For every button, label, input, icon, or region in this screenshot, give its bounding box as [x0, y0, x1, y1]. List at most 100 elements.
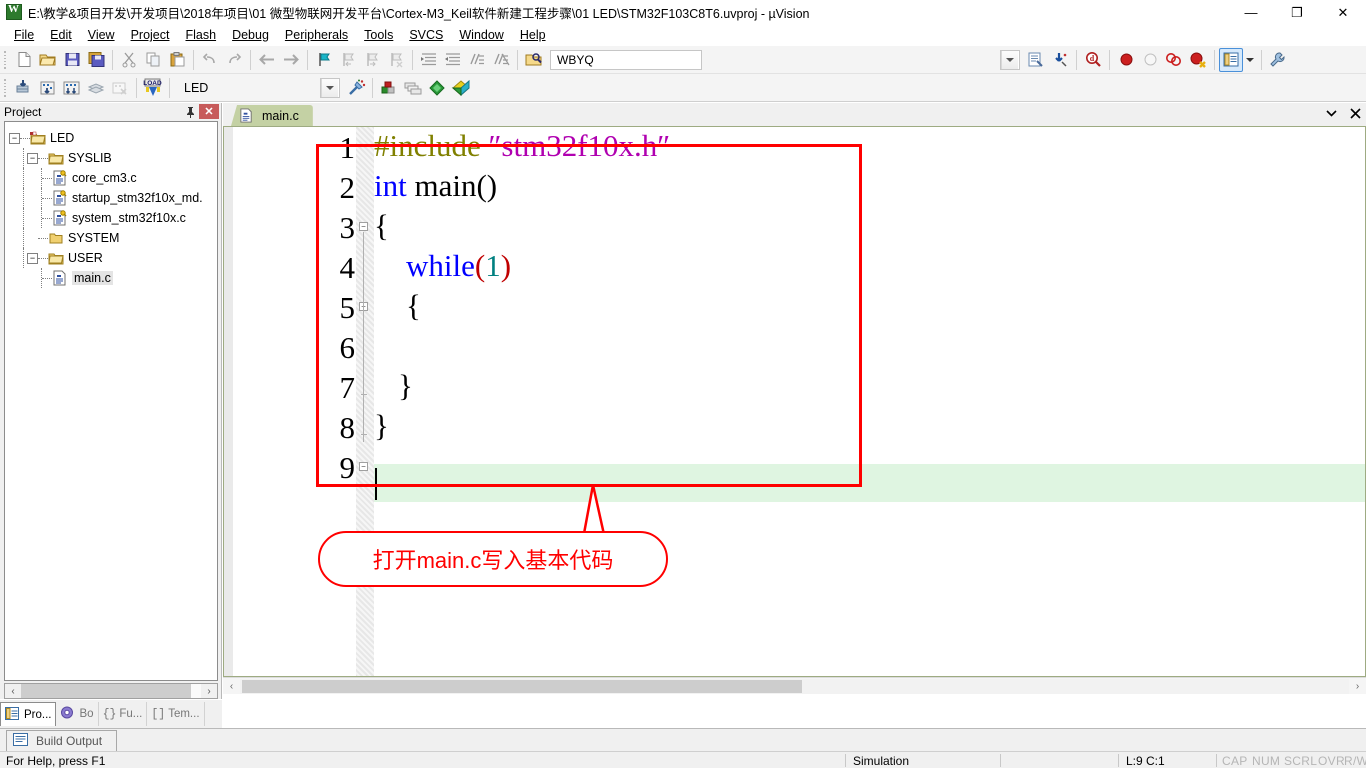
target-selector-dropdown[interactable]: [320, 77, 340, 98]
pin-icon[interactable]: [182, 104, 199, 119]
translate-icon[interactable]: [12, 76, 36, 100]
bookmark-prev-icon[interactable]: [336, 48, 360, 72]
project-tree[interactable]: − LED − SYSLIB core_cm3.c startup_stm32f…: [4, 121, 218, 681]
configure-tools-icon[interactable]: [1266, 48, 1290, 72]
menu-help[interactable]: Help: [512, 26, 554, 44]
bookmark-toggle-icon[interactable]: [312, 48, 336, 72]
close-icon[interactable]: ✕: [199, 104, 219, 119]
target-options-icon[interactable]: [344, 76, 368, 100]
stop-build-icon[interactable]: [108, 76, 132, 100]
close-button[interactable]: ✕: [1320, 0, 1366, 24]
minimize-button[interactable]: —: [1228, 0, 1274, 24]
tree-item-user[interactable]: − USER: [9, 248, 215, 268]
code-folding-margin[interactable]: [356, 126, 374, 677]
disable-breakpoint-icon[interactable]: [1162, 48, 1186, 72]
tab-build-output[interactable]: Build Output: [6, 730, 118, 751]
kill-breakpoint-icon[interactable]: [1138, 48, 1162, 72]
code-line-9[interactable]: [374, 446, 1366, 486]
manage-project-items-icon[interactable]: [377, 76, 401, 100]
scroll-right-icon[interactable]: ›: [201, 684, 217, 698]
build-icon[interactable]: [36, 76, 60, 100]
indent-icon[interactable]: [417, 48, 441, 72]
scroll-track[interactable]: [240, 678, 1349, 694]
undo-icon[interactable]: [198, 48, 222, 72]
save-all-icon[interactable]: [84, 48, 108, 72]
outdent-icon[interactable]: [441, 48, 465, 72]
scroll-thumb[interactable]: [242, 679, 802, 693]
tree-item-main-c[interactable]: main.c: [9, 268, 215, 288]
fold-toggle-icon[interactable]: −: [359, 222, 368, 231]
save-icon[interactable]: [60, 48, 84, 72]
menu-peripherals[interactable]: Peripherals: [277, 26, 356, 44]
new-file-icon[interactable]: [12, 48, 36, 72]
bookmark-next-icon[interactable]: [360, 48, 384, 72]
scroll-track[interactable]: [21, 684, 201, 698]
expander-icon[interactable]: −: [9, 132, 20, 144]
code-line-4[interactable]: while(1): [406, 246, 1366, 286]
pack-installer-icon[interactable]: [449, 76, 473, 100]
tab-books[interactable]: Bo: [56, 702, 99, 726]
open-file-icon[interactable]: [36, 48, 60, 72]
bookmark-clear-icon[interactable]: [384, 48, 408, 72]
download-icon[interactable]: LOAD: [141, 76, 165, 100]
toolbar-grip[interactable]: [2, 77, 9, 98]
scroll-right-icon[interactable]: ›: [1349, 679, 1366, 694]
target-selector-value[interactable]: LED: [184, 81, 314, 95]
project-window-dropdown[interactable]: [1243, 48, 1257, 72]
scroll-thumb[interactable]: [21, 684, 191, 698]
menu-tools[interactable]: Tools: [356, 26, 401, 44]
document-tab-main-c[interactable]: main.c: [231, 105, 313, 126]
code-line-7[interactable]: }: [398, 366, 1366, 406]
maximize-button[interactable]: ❐: [1274, 0, 1320, 24]
scroll-left-icon[interactable]: ‹: [223, 679, 240, 694]
menu-edit[interactable]: Edit: [42, 26, 80, 44]
expander-icon[interactable]: −: [27, 252, 38, 264]
insert-breakpoint-icon[interactable]: [1114, 48, 1138, 72]
tree-item-system-stm32[interactable]: system_stm32f10x.c: [9, 208, 215, 228]
expander-icon[interactable]: −: [27, 152, 38, 164]
paste-icon[interactable]: [165, 48, 189, 72]
fold-toggle-icon[interactable]: −: [359, 462, 368, 471]
comment-icon[interactable]: [465, 48, 489, 72]
manage-run-time-environment-icon[interactable]: [425, 76, 449, 100]
menu-window[interactable]: Window: [451, 26, 511, 44]
code-line-6[interactable]: [406, 326, 1366, 366]
tree-item-startup[interactable]: startup_stm32f10x_md.: [9, 188, 215, 208]
navigate-forward-icon[interactable]: [279, 48, 303, 72]
menu-view[interactable]: View: [80, 26, 123, 44]
cut-icon[interactable]: [117, 48, 141, 72]
find-combo-dropdown[interactable]: [1000, 49, 1020, 70]
code-line-1[interactable]: #include ″stm32f10x.h″: [374, 126, 1366, 166]
code-line-2[interactable]: int main(): [374, 166, 1366, 206]
find-combo[interactable]: WBYQ: [550, 49, 702, 70]
code-line-3[interactable]: {: [374, 206, 1366, 246]
project-window-icon[interactable]: [1219, 47, 1243, 72]
uncomment-icon[interactable]: [489, 48, 513, 72]
redo-icon[interactable]: [222, 48, 246, 72]
tree-item-system[interactable]: SYSTEM: [9, 228, 215, 248]
toolbar-grip[interactable]: [2, 49, 9, 70]
scroll-left-icon[interactable]: ‹: [5, 684, 21, 698]
find-icon[interactable]: d: [1081, 48, 1105, 72]
copy-icon[interactable]: [141, 48, 165, 72]
kill-all-breakpoints-icon[interactable]: [1186, 48, 1210, 72]
tree-item-led[interactable]: − LED: [9, 128, 215, 148]
jump-to-reference-icon[interactable]: [1048, 48, 1072, 72]
tree-item-syslib[interactable]: − SYSLIB: [9, 148, 215, 168]
menu-svcs[interactable]: SVCS: [401, 26, 451, 44]
code-line-5[interactable]: {: [406, 286, 1366, 326]
chevron-down-icon[interactable]: [1324, 106, 1338, 120]
menu-file[interactable]: File: [6, 26, 42, 44]
menu-debug[interactable]: Debug: [224, 26, 277, 44]
editor-hscrollbar[interactable]: ‹ ›: [223, 677, 1366, 694]
find-in-files-icon[interactable]: [522, 48, 546, 72]
rebuild-icon[interactable]: [60, 76, 84, 100]
code-line-8[interactable]: }: [374, 406, 1366, 446]
tab-project[interactable]: Pro...: [0, 702, 57, 726]
close-icon[interactable]: [1348, 106, 1362, 120]
manage-multi-project-icon[interactable]: [401, 76, 425, 100]
batch-build-icon[interactable]: [84, 76, 108, 100]
tab-templates[interactable]: [] Tem...: [147, 702, 205, 726]
project-tree-hscrollbar[interactable]: ‹ ›: [4, 683, 218, 699]
code-editor[interactable]: 1 2 3 4 5 6 7 8 9 − − − #include ″stm32f…: [223, 126, 1366, 677]
